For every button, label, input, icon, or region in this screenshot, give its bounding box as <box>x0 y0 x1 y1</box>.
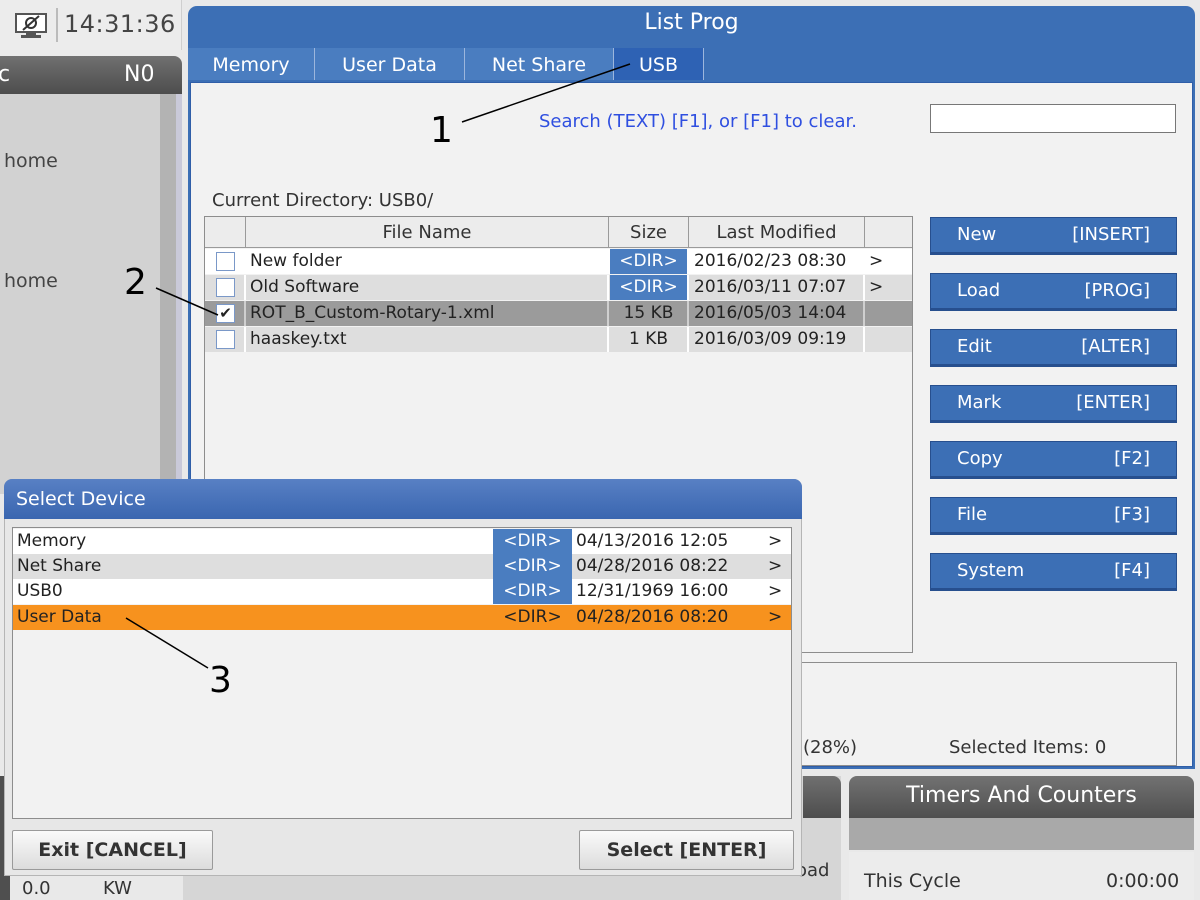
callout-3: 3 <box>209 660 232 701</box>
bottom-middle-panel-header <box>803 776 841 818</box>
header-file-name[interactable]: File Name <box>246 217 609 248</box>
device-date: 04/13/2016 12:05 <box>576 531 729 551</box>
mark-button[interactable]: Mark [ENTER] <box>930 385 1177 423</box>
usage-percent: (28%) <box>803 737 858 758</box>
file-row-haaskey[interactable]: haaskey.txt 1 KB 2016/03/09 09:19 <box>205 327 912 352</box>
search-input[interactable] <box>930 104 1176 133</box>
exit-cancel-button[interactable]: Exit [CANCEL] <box>12 830 213 870</box>
left-home-label-1: home <box>4 150 58 172</box>
device-name: Memory <box>17 531 87 551</box>
row-checkbox[interactable] <box>216 252 235 271</box>
device-row-memory[interactable]: Memory <DIR> 04/13/2016 12:05 > <box>13 529 791 554</box>
file-modified: 2016/05/03 14:04 <box>694 303 847 323</box>
device-type: <DIR> <box>503 607 562 627</box>
row-checkbox[interactable] <box>216 278 235 297</box>
file-button[interactable]: File [F3] <box>930 497 1177 535</box>
file-size: 1 KB <box>628 329 669 349</box>
file-row-rot-b-xml[interactable]: ✔ ROT_B_Custom-Rotary-1.xml 15 KB 2016/0… <box>205 301 912 326</box>
row-checkbox-checked[interactable]: ✔ <box>216 304 235 323</box>
tab-user-data[interactable]: User Data <box>315 48 465 80</box>
device-arrow-icon: > <box>768 607 783 627</box>
current-directory: Current Directory: USB0/ <box>212 190 434 211</box>
this-cycle-value: 0:00:00 <box>1106 870 1180 892</box>
window-title: List Prog <box>644 10 739 35</box>
row-checkbox[interactable] <box>216 330 235 349</box>
file-modified: 2016/03/11 07:07 <box>694 277 847 297</box>
timers-panel-subheader <box>849 818 1194 850</box>
device-date: 04/28/2016 08:22 <box>576 556 729 576</box>
device-name: User Data <box>17 607 102 627</box>
file-name: ROT_B_Custom-Rotary-1.xml <box>250 303 495 323</box>
system-button[interactable]: System [F4] <box>930 553 1177 591</box>
this-cycle-label: This Cycle <box>864 870 961 892</box>
file-row-new-folder[interactable]: New folder <DIR> 2016/02/23 08:30 > <box>205 249 912 274</box>
header-last-modified[interactable]: Last Modified <box>689 217 865 248</box>
file-name: Old Software <box>250 277 360 297</box>
file-name: haaskey.txt <box>250 329 347 349</box>
file-modified: 2016/03/09 09:19 <box>694 329 847 349</box>
file-size: 15 KB <box>623 303 674 323</box>
left-panel-header-title: c <box>0 62 11 87</box>
device-name: USB0 <box>17 581 63 601</box>
file-modified: 2016/02/23 08:30 <box>694 251 847 271</box>
file-row-old-software[interactable]: Old Software <DIR> 2016/03/11 07:07 > <box>205 275 912 300</box>
header-size[interactable]: Size <box>609 217 689 248</box>
callout-2: 2 <box>124 262 147 303</box>
select-enter-button[interactable]: Select [ENTER] <box>579 830 794 870</box>
tab-net-share[interactable]: Net Share <box>465 48 614 80</box>
tab-memory[interactable]: Memory <box>188 48 315 80</box>
device-arrow-icon: > <box>768 556 783 576</box>
copy-button[interactable]: Copy [F2] <box>930 441 1177 479</box>
clock: 14:31:36 <box>64 10 176 38</box>
device-type: <DIR> <box>493 579 572 604</box>
header-arrow-column <box>865 217 912 248</box>
device-row-net-share[interactable]: Net Share <DIR> 04/28/2016 08:22 > <box>13 554 791 579</box>
callout-1: 1 <box>430 110 453 151</box>
clock-separator <box>56 8 58 42</box>
dialog-title: Select Device <box>16 488 146 510</box>
selected-items-count: Selected Items: 0 <box>949 737 1107 758</box>
row-arrow-icon: > <box>869 277 884 297</box>
device-date: 12/31/1969 16:00 <box>576 581 729 601</box>
file-name: New folder <box>250 251 342 271</box>
left-home-label-2: home <box>4 270 58 292</box>
tab-usb[interactable]: USB <box>614 48 704 80</box>
new-button[interactable]: New [INSERT] <box>930 217 1177 255</box>
device-type: <DIR> <box>493 529 572 554</box>
header-checkbox-column <box>205 217 246 248</box>
remote-desktop-icon[interactable] <box>14 13 48 39</box>
device-arrow-icon: > <box>768 531 783 551</box>
power-value: 0.0 <box>22 878 51 899</box>
device-row-user-data[interactable]: User Data <DIR> 04/28/2016 08:20 > <box>13 605 791 630</box>
left-panel-header-code: N0 <box>124 62 155 87</box>
load-button[interactable]: Load [PROG] <box>930 273 1177 311</box>
left-panel-header <box>0 56 182 94</box>
device-name: Net Share <box>17 556 102 576</box>
device-arrow-icon: > <box>768 581 783 601</box>
left-panel-edge <box>176 94 182 494</box>
file-size: <DIR> <box>610 275 687 300</box>
timers-panel-title: Timers And Counters <box>906 783 1137 808</box>
row-arrow-icon: > <box>869 251 884 271</box>
search-hint: Search (TEXT) [F1], or [F1] to clear. <box>539 111 857 132</box>
edit-button[interactable]: Edit [ALTER] <box>930 329 1177 367</box>
device-type: <DIR> <box>493 554 572 579</box>
power-unit: KW <box>103 878 132 899</box>
device-date: 04/28/2016 08:20 <box>576 607 729 627</box>
device-row-usb0[interactable]: USB0 <DIR> 12/31/1969 16:00 > <box>13 579 791 604</box>
file-size: <DIR> <box>610 249 687 274</box>
